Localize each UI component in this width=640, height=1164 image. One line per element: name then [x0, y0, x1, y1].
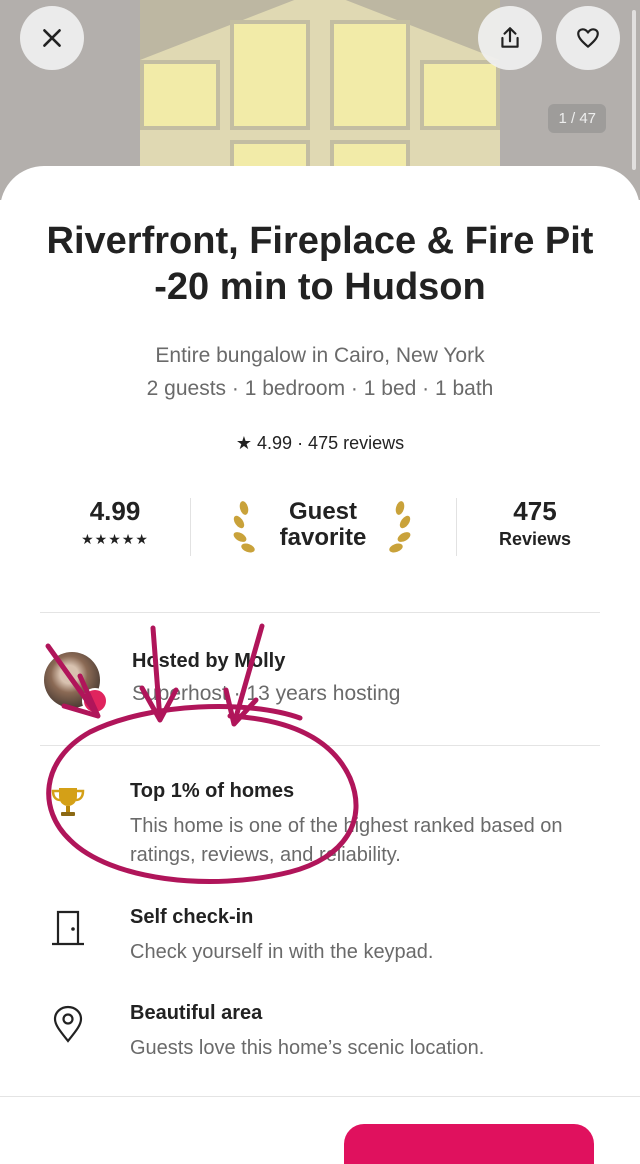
- listing-sheet: Riverfront, Fireplace & Fire Pit -20 min…: [0, 166, 640, 1136]
- reviews-stat: 475 Reviews: [460, 496, 610, 550]
- close-icon: [43, 29, 61, 47]
- highlight-title: Top 1% of homes: [130, 780, 295, 802]
- heart-icon: [577, 28, 599, 48]
- host-avatar[interactable]: [44, 652, 108, 714]
- map-pin-icon: [53, 1005, 83, 1043]
- divider: [40, 745, 600, 746]
- highlight-title: Self check-in: [130, 906, 254, 928]
- rating-stars: ★★★★★: [81, 531, 149, 547]
- footer-divider: [0, 1096, 640, 1097]
- laurel-right-icon: [389, 501, 411, 553]
- reviews-count: 475: [513, 496, 557, 526]
- highlight-description: Check yourself in with the keypad.: [130, 941, 434, 963]
- superhost-badge: [82, 688, 108, 714]
- host-name: Hosted by Molly: [132, 650, 286, 672]
- badge-label: Guest favorite: [279, 498, 367, 551]
- stats-card[interactable]: 4.99 ★★★★★ Guest favorite 475 Reviews: [40, 496, 600, 558]
- highlight-description: This home is one of the highest ranked b…: [130, 815, 563, 866]
- host-meta: Superhost · 13 years hosting: [132, 682, 401, 705]
- listing-subtitle: Entire bungalow in Cairo, New York: [155, 344, 485, 367]
- highlight-title: Beautiful area: [130, 1002, 263, 1024]
- share-icon: [501, 27, 519, 48]
- host-section[interactable]: Hosted by Molly Superhost · 13 years hos…: [44, 650, 604, 720]
- rating-value: 4.99: [89, 496, 141, 526]
- listing-details: 2 guests · 1 bedroom · 1 bed · 1 bath: [146, 377, 494, 400]
- photo-counter: 1 / 47: [548, 104, 606, 133]
- close-button[interactable]: [20, 6, 84, 70]
- highlight-description: Guests love this home’s scenic location.: [130, 1037, 485, 1059]
- listing-title: Riverfront, Fireplace & Fire Pit -20 min…: [46, 220, 594, 308]
- reserve-button[interactable]: [344, 1124, 594, 1164]
- favorite-button[interactable]: [556, 6, 620, 70]
- share-button[interactable]: [478, 6, 542, 70]
- divider: [40, 612, 600, 613]
- rating-stat: 4.99 ★★★★★: [40, 496, 190, 548]
- rating-summary[interactable]: ★ 4.99 · 475 reviews: [0, 433, 640, 454]
- reviews-label: Reviews: [498, 529, 572, 549]
- door-icon: [52, 910, 84, 946]
- trophy-icon: [51, 788, 85, 816]
- scrollbar[interactable]: [632, 10, 636, 170]
- guest-favorite-badge: Guest favorite: [230, 496, 416, 558]
- laurel-left-icon: [233, 501, 255, 553]
